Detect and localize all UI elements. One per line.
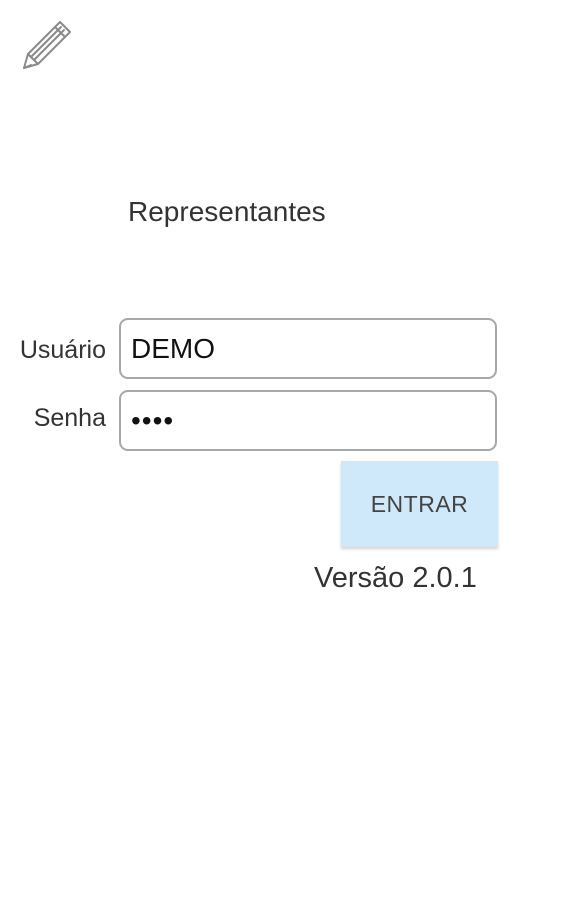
username-label: Usuário (19, 336, 106, 364)
password-input[interactable] (119, 390, 497, 451)
version-label: Versão 2.0.1 (314, 562, 477, 594)
app-title: Representantes (128, 196, 326, 227)
login-screen: Representantes Usuário Senha ENTRAR Vers… (0, 0, 568, 900)
username-input[interactable] (119, 318, 497, 379)
pencil-icon[interactable] (20, 18, 74, 72)
login-button[interactable]: ENTRAR (341, 461, 498, 547)
password-label: Senha (33, 404, 106, 432)
